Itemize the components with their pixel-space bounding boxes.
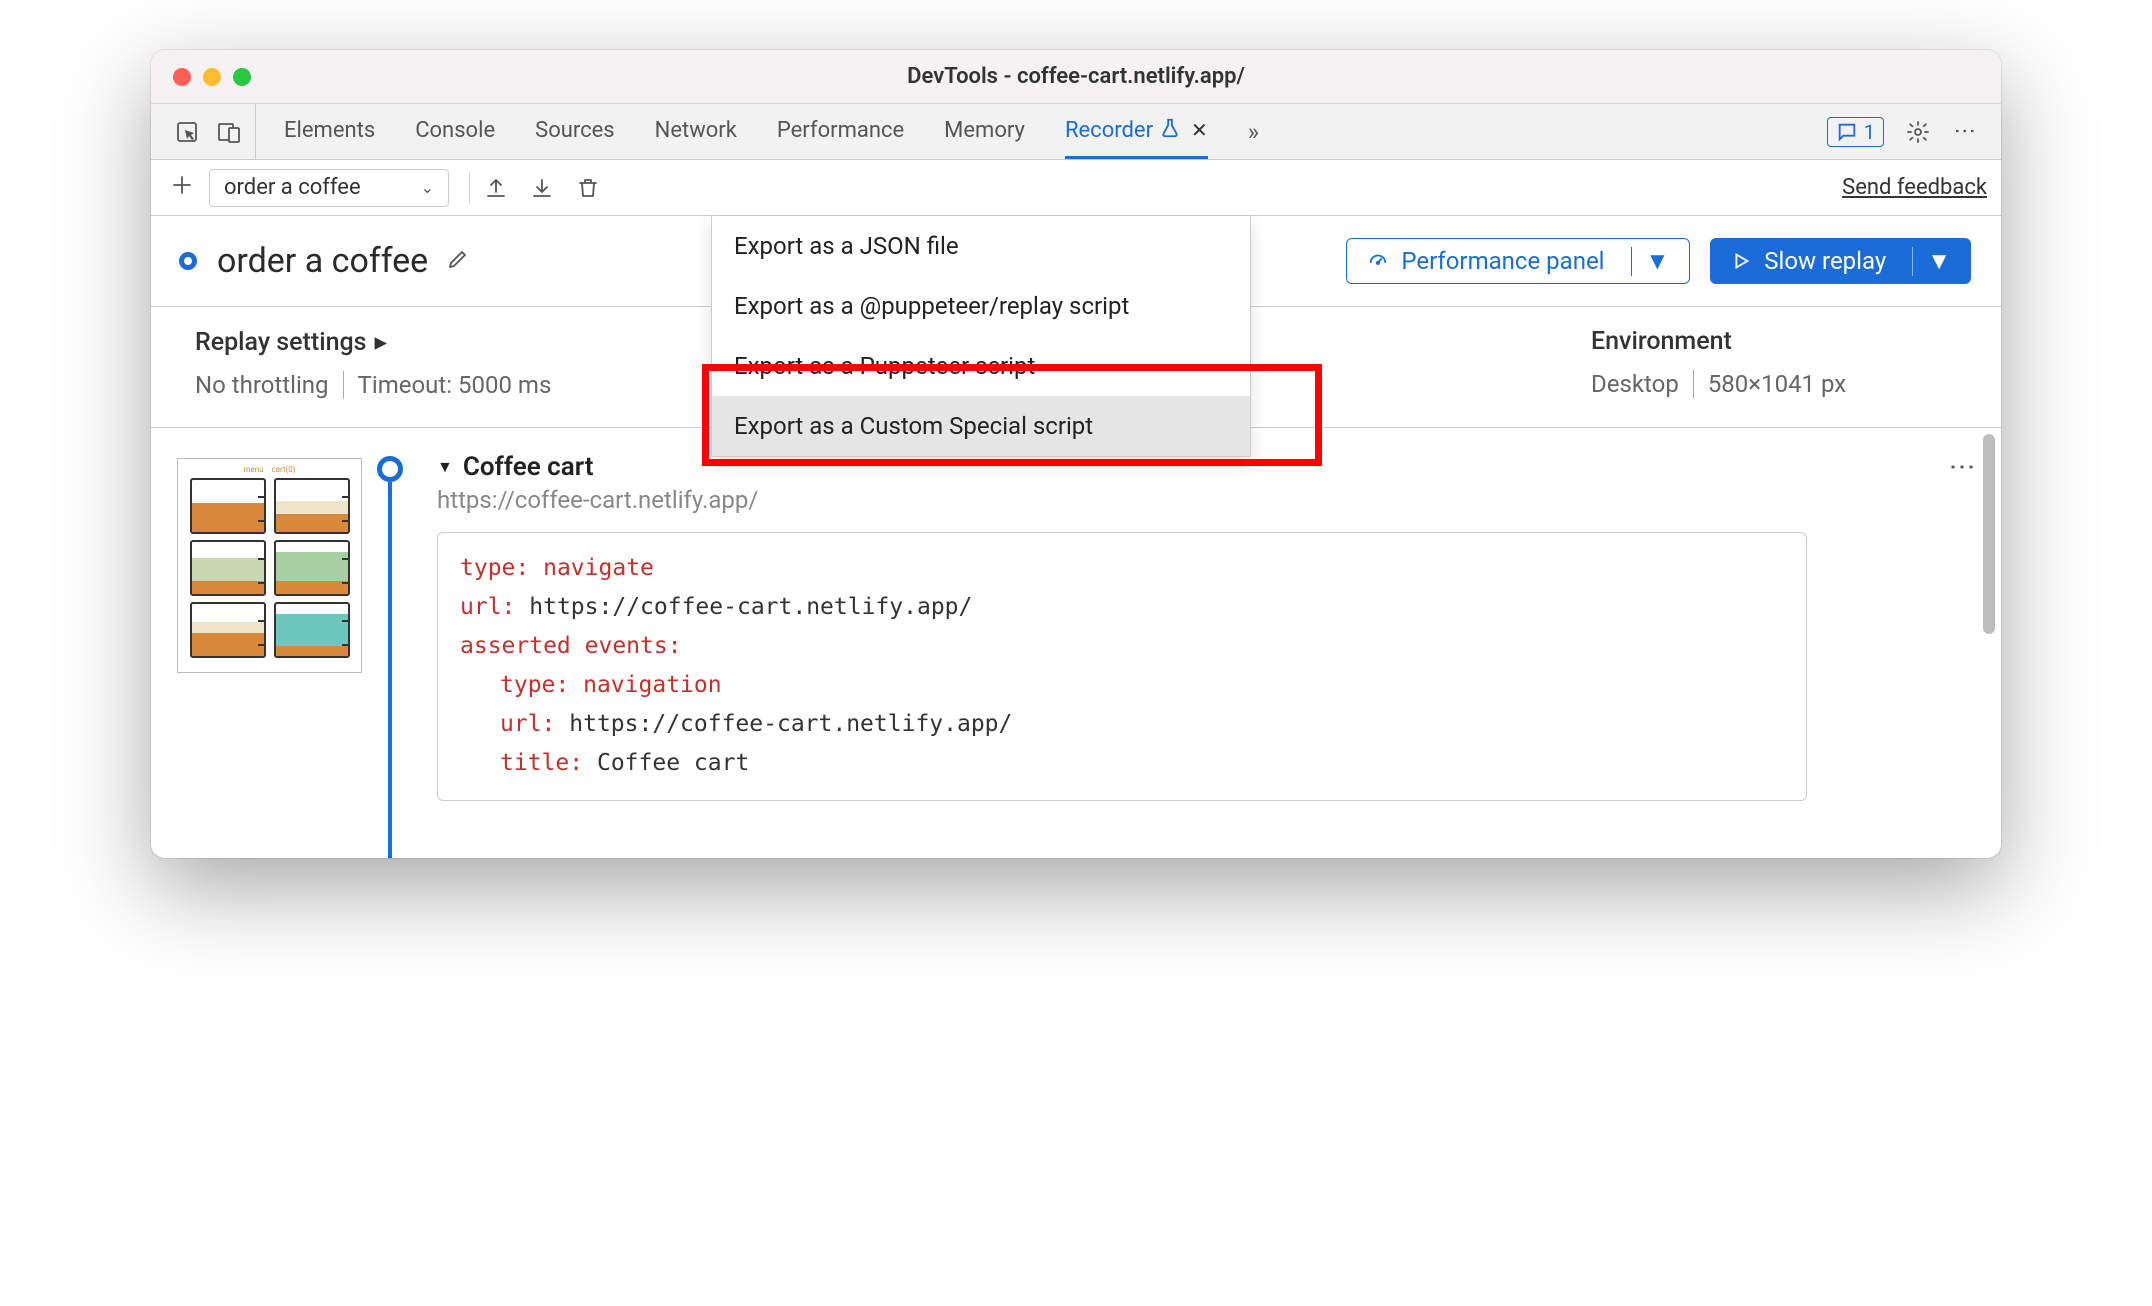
send-feedback-link[interactable]: Send feedback [1842,175,1987,200]
flask-icon [1159,117,1181,144]
export-menu: Export as a JSON file Export as a @puppe… [711,216,1251,457]
delete-icon[interactable] [576,176,600,200]
issues-button[interactable]: 1 [1827,117,1884,147]
slow-replay-label: Slow replay [1764,247,1886,275]
timeline-line [388,482,392,858]
panel-tabbar: Elements Console Sources Network Perform… [151,104,2001,160]
edit-icon[interactable] [446,247,470,275]
timeout-value: Timeout: 5000 ms [358,371,552,399]
step-raw-box: type: navigate url: https://coffee-cart.… [437,532,1807,801]
tab-performance[interactable]: Performance [777,104,904,159]
tab-elements[interactable]: Elements [284,104,375,159]
tab-recorder[interactable]: Recorder ✕ [1065,104,1208,159]
chevron-down-icon: ⌄ [421,178,434,197]
throttling-value: No throttling [195,371,329,399]
step-url: https://coffee-cart.netlify.app/ [437,486,1981,514]
recording-content: menu cart(0) ⋮ ▼ [151,428,2001,858]
import-icon[interactable] [530,176,554,200]
more-vert-icon[interactable]: ⋮ [1952,120,1977,144]
step-more-icon[interactable]: ⋮ [1947,454,1977,482]
collapse-icon: ▼ [437,457,453,477]
step-node [377,456,403,482]
performance-panel-button[interactable]: Performance panel ▼ [1346,238,1690,284]
tab-console[interactable]: Console [415,104,495,159]
more-tabs-button[interactable]: » [1248,118,1259,146]
tab-network[interactable]: Network [655,104,737,159]
tab-recorder-label: Recorder [1065,118,1153,143]
recording-status-dot [179,252,197,270]
devtools-window: DevTools - coffee-cart.netlify.app/ Elem… [151,50,2001,858]
export-custom-special-item[interactable]: Export as a Custom Special script [712,396,1250,456]
slow-replay-caret[interactable]: ▼ [1912,247,1951,276]
scrollbar[interactable] [1983,434,1995,634]
chevron-right-icon: ▸ [375,327,388,357]
tab-memory[interactable]: Memory [944,104,1025,159]
export-icon[interactable] [484,176,508,200]
tab-sources[interactable]: Sources [535,104,615,159]
recorder-toolbar: order a coffee ⌄ Send feedback [151,160,2001,216]
performance-panel-label: Performance panel [1401,247,1604,275]
inspect-icon[interactable] [175,120,199,144]
page-thumbnail: menu cart(0) [177,452,377,838]
step-title: Coffee cart [463,452,594,482]
slow-replay-button[interactable]: Slow replay ▼ [1710,238,1971,284]
export-puppeteer-replay-item[interactable]: Export as a @puppeteer/replay script [712,276,1250,336]
recording-title: order a coffee [217,241,428,281]
separator [1693,370,1694,398]
add-recording-button[interactable] [165,173,199,203]
separator [343,371,344,399]
recording-select-label: order a coffee [224,175,361,200]
device-toggle-icon[interactable] [217,120,241,144]
step-timeline: ⋮ ▼ Coffee cart https://coffee-cart.netl… [377,452,1981,838]
export-puppeteer-item[interactable]: Export as a Puppeteer script [712,336,1250,396]
issues-count: 1 [1864,120,1875,144]
environment-heading: Environment [1591,327,1971,356]
window-title: DevTools - coffee-cart.netlify.app/ [151,64,2001,89]
performance-panel-caret[interactable]: ▼ [1631,247,1670,276]
device-value: Desktop [1591,370,1679,398]
export-json-item[interactable]: Export as a JSON file [712,216,1250,276]
recording-select[interactable]: order a coffee ⌄ [209,169,449,207]
window-titlebar: DevTools - coffee-cart.netlify.app/ [151,50,2001,104]
settings-icon[interactable] [1906,120,1930,144]
recording-header: order a coffee Performance panel ▼ Slow … [151,216,2001,307]
viewport-value: 580×1041 px [1708,370,1846,398]
close-tab-button[interactable]: ✕ [1191,118,1208,142]
